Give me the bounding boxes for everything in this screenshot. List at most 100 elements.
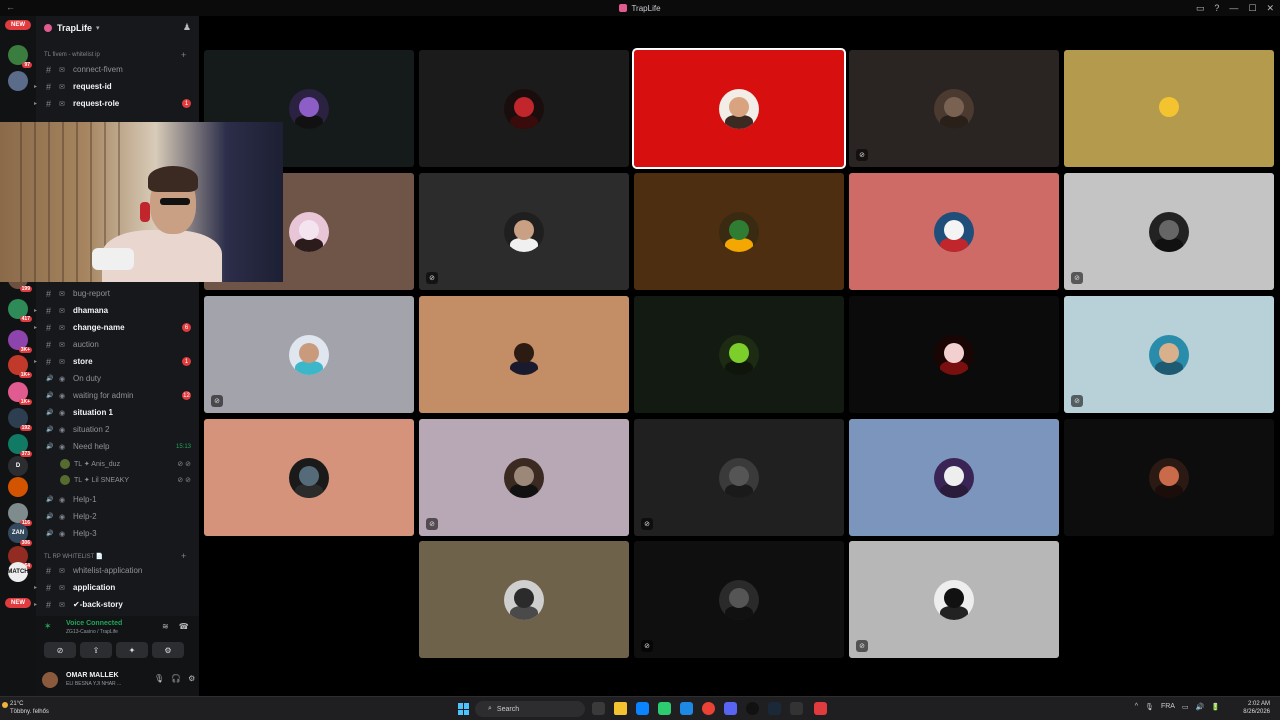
participant-video-tile[interactable]: ⊘ [634, 541, 844, 658]
taskbar-search[interactable]: ⌕ Search [475, 701, 585, 717]
taskbar-clock[interactable]: 2:02 AM 8/26/2026 [1243, 700, 1270, 716]
participant-video-tile[interactable] [1064, 50, 1274, 167]
participant-video-tile[interactable] [849, 296, 1059, 413]
deafen-icon[interactable]: 🎧 [171, 674, 181, 683]
server-icon-14[interactable]: MATCH [7, 562, 29, 582]
taskbar-app-icon[interactable] [746, 702, 759, 715]
server-icon-0[interactable]: 97 [8, 45, 32, 68]
taskbar-app-icon[interactable] [592, 702, 605, 715]
inbox-icon[interactable]: ▭ [1196, 3, 1205, 14]
settings-gear-icon[interactable]: ⚙ [188, 674, 195, 683]
network-icon[interactable]: ▭ [1182, 703, 1189, 711]
server-icon-1[interactable] [8, 71, 28, 91]
participant-video-tile[interactable] [204, 419, 414, 536]
taskbar-app-icon[interactable] [724, 702, 737, 715]
participant-video-tile[interactable] [849, 419, 1059, 536]
volume-icon[interactable]: 🔊 [1196, 703, 1205, 711]
voice-channel[interactable]: 🔊 ◉ Need help 15:13 [36, 439, 199, 454]
participant-video-tile[interactable]: ⊘ [419, 419, 629, 536]
expand-arrow-icon[interactable]: ▸ [34, 601, 37, 608]
participant-video-tile[interactable]: ⊘ [634, 419, 844, 536]
taskbar-app-icon[interactable] [768, 702, 781, 715]
voice-channel[interactable]: 🔊 ◉ situation 1 [36, 405, 199, 420]
participant-video-tile[interactable]: ⊘ [419, 173, 629, 290]
expand-arrow-icon[interactable]: ▸ [34, 307, 37, 314]
minimize-button[interactable]: — [1229, 3, 1238, 13]
help-icon[interactable]: ? [1214, 3, 1219, 13]
participant-video-tile[interactable] [632, 48, 846, 169]
voice-channel[interactable]: 🔊 ◉ situation 2 [36, 422, 199, 437]
participant-video-tile[interactable]: ⊘ [1064, 296, 1274, 413]
soundboard-button[interactable]: ⚙ [152, 642, 184, 658]
server-icon-11[interactable]: 116 [8, 503, 32, 526]
text-channel[interactable]: ▸ # ✉ change-name 6 [34, 320, 199, 335]
participant-video-tile[interactable] [1064, 419, 1274, 536]
text-channel[interactable]: # ✉ connect-fivem [36, 62, 199, 77]
mute-icon[interactable]: 🎙 [154, 674, 164, 683]
server-icon-7[interactable]: 192 [8, 408, 32, 431]
taskbar-app-icon[interactable] [702, 702, 715, 715]
server-icon-5[interactable]: 1K+ [8, 355, 32, 378]
participant-video-tile[interactable] [634, 173, 844, 290]
close-button[interactable]: ✕ [1266, 3, 1274, 14]
windows-start-icon[interactable] [458, 703, 470, 715]
participant-video-tile[interactable]: ⊘ [849, 50, 1059, 167]
add-channel-icon[interactable]: + [181, 50, 186, 60]
server-icon-3[interactable]: 417 [8, 299, 32, 322]
participant-video-tile[interactable] [419, 541, 629, 658]
participant-video-tile[interactable] [634, 296, 844, 413]
category-header[interactable]: TL fivem - whitelist ip + [44, 50, 186, 60]
server-icon-6[interactable]: 1K+ [8, 382, 32, 405]
participant-video-tile[interactable]: ⊘ [204, 296, 414, 413]
server-icon-12[interactable]: ZAN 306 [8, 523, 32, 546]
voice-channel[interactable]: 🔊 ◉ On duty [36, 371, 199, 386]
voice-status[interactable]: Voice Connected [66, 620, 122, 627]
text-channel[interactable]: # ✉ whitelist-application [36, 563, 199, 578]
server-icon-9[interactable]: D [8, 456, 28, 476]
battery-icon[interactable]: 🔋 [1211, 703, 1220, 711]
disconnect-icon[interactable]: ☎ [179, 622, 189, 631]
text-channel[interactable]: ▸ # ✉ store 1 [34, 354, 199, 369]
participant-video-tile[interactable] [419, 50, 629, 167]
voice-channel[interactable]: 🔊 ◉ waiting for admin 12 [36, 388, 199, 403]
text-channel[interactable]: ▸ # ✉ ✔-back-story [34, 597, 199, 612]
new-badge[interactable]: NEW [5, 20, 31, 30]
maximize-button[interactable]: ☐ [1248, 3, 1256, 14]
participant-video-tile[interactable] [419, 296, 629, 413]
taskbar-app-icon[interactable] [814, 702, 827, 715]
taskbar-app-icon[interactable] [680, 702, 693, 715]
voice-channel[interactable]: 🔊 ◉ Help-1 [36, 492, 199, 507]
activities-button[interactable]: ✦ [116, 642, 148, 658]
taskbar-app-icon[interactable] [636, 702, 649, 715]
expand-arrow-icon[interactable]: ▸ [34, 100, 37, 107]
category-header[interactable]: TL RP WHITELIST 📄 + [44, 551, 186, 561]
weather-widget[interactable]: 21°C Többny. felhős [2, 700, 49, 716]
voice-channel[interactable]: 🔊 ◉ Help-3 [36, 526, 199, 541]
avatar[interactable] [42, 672, 58, 688]
text-channel[interactable]: ▸ # ✉ dhamana [34, 303, 199, 318]
taskbar-app-icon[interactable] [790, 702, 803, 715]
taskbar-app-icon[interactable] [614, 702, 627, 715]
text-channel[interactable]: ▸ # ✉ application [34, 580, 199, 595]
voice-location[interactable]: ZG13-Casino / TrapLife [66, 629, 118, 635]
expand-arrow-icon[interactable]: ▸ [34, 324, 37, 331]
expand-arrow-icon[interactable]: ▸ [34, 83, 37, 90]
server-icon-10[interactable] [8, 477, 28, 497]
screen-share-button[interactable]: ⇪ [80, 642, 112, 658]
server-icon-8[interactable]: 373 [8, 434, 32, 457]
back-arrow-icon[interactable]: ← [6, 2, 15, 12]
participant-video-tile[interactable]: ⊘ [1064, 173, 1274, 290]
add-member-icon[interactable]: ♟ [183, 22, 191, 33]
mic-tray-icon[interactable]: 🎙 [1145, 703, 1154, 711]
text-channel[interactable]: # ✉ auction [36, 337, 199, 352]
server-header[interactable]: TrapLife ▾ ♟ [36, 16, 199, 40]
tray-overflow-icon[interactable]: ^ [1135, 703, 1138, 711]
voice-channel[interactable]: 🔊 ◉ Help-2 [36, 509, 199, 524]
participant-video-tile[interactable]: ⊘ [849, 541, 1059, 658]
text-channel[interactable]: ▸ # ✉ request-role 1 [34, 96, 199, 111]
server-icon-4[interactable]: 3K+ [8, 330, 32, 353]
expand-arrow-icon[interactable]: ▸ [34, 358, 37, 365]
noise-suppression-icon[interactable]: ≋ [162, 622, 169, 631]
camera-button[interactable]: ⊘ [44, 642, 76, 658]
text-channel[interactable]: ▸ # ✉ request-id [34, 79, 199, 94]
